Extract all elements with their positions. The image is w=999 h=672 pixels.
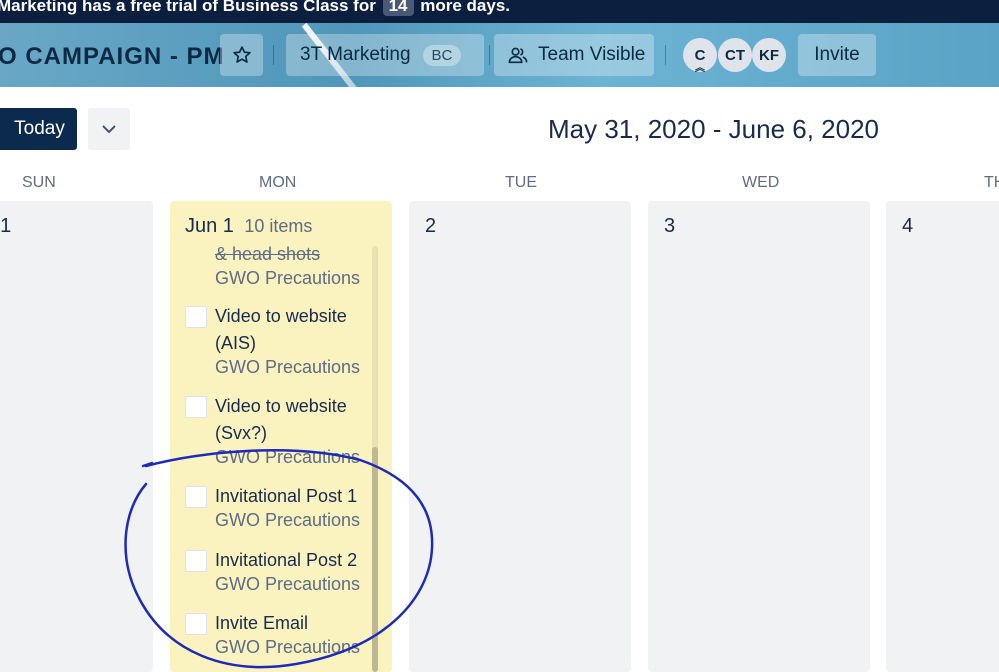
star-board-button[interactable] xyxy=(220,34,263,76)
weekday-thu: TH xyxy=(984,174,999,191)
trial-message: Marketing has a free trial of Business C… xyxy=(0,0,510,16)
day-number: 31 xyxy=(0,215,12,237)
day-number: 4 xyxy=(902,215,914,237)
member-avatar[interactable]: CT xyxy=(718,38,752,72)
weekday-wed: WED xyxy=(742,174,780,191)
visibility-button[interactable]: Team Visible xyxy=(494,34,654,76)
header-divider xyxy=(273,45,274,65)
item-title: Video to website (Svx?) xyxy=(215,396,347,443)
admin-chevron-icon: ︽ xyxy=(695,63,705,74)
date-range-title: May 31, 2020 - June 6, 2020 xyxy=(548,114,880,144)
trial-days-badge: 14 xyxy=(382,0,414,16)
item-checkbox[interactable] xyxy=(185,396,207,418)
member-avatar[interactable]: KF xyxy=(752,38,786,72)
day-number: 2 xyxy=(425,215,437,237)
scrollbar-thumb[interactable] xyxy=(372,447,378,672)
member-initials: C xyxy=(694,46,706,64)
item-board-name: GWO Precautions xyxy=(215,447,361,467)
header-divider xyxy=(489,45,490,65)
board-header: O CAMPAIGN - PM 3T Marketing BC Team Vis… xyxy=(0,23,999,87)
item-board-name: GWO Precautions xyxy=(215,574,361,594)
invite-button[interactable]: Invite xyxy=(798,34,876,76)
trial-banner: Marketing has a free trial of Business C… xyxy=(0,0,999,23)
day-number: Jun 1 xyxy=(185,215,234,237)
item-count: 10 items xyxy=(244,216,313,236)
item-checkbox[interactable] xyxy=(185,550,207,572)
chevron-down-icon xyxy=(102,125,116,134)
today-button[interactable]: Today xyxy=(0,108,77,150)
member-initials: KF xyxy=(759,46,779,64)
day-cell-mon[interactable]: Jun 1 10 items & head shots GWO Precauti… xyxy=(170,201,392,672)
item-title: Invitational Post 1 xyxy=(215,486,358,506)
item-checkbox[interactable] xyxy=(185,613,207,635)
day-number: 3 xyxy=(664,215,676,237)
item-title: Invitational Post 2 xyxy=(215,550,358,570)
star-icon xyxy=(232,46,251,63)
item-board-name: GWO Precautions xyxy=(215,637,361,657)
visibility-label: Team Visible xyxy=(538,44,646,65)
item-title: Video to website (AIS) xyxy=(215,306,347,353)
team-button[interactable]: 3T Marketing BC xyxy=(286,34,484,76)
item-board-name: GWO Precautions xyxy=(215,357,361,377)
item-checkbox[interactable] xyxy=(185,486,207,508)
member-avatar[interactable]: C ︽ xyxy=(683,38,717,74)
item-checkbox[interactable] xyxy=(185,306,207,328)
item-title: Invite Email xyxy=(215,613,309,633)
day-cell-thu[interactable]: 4 xyxy=(886,201,999,672)
weekday-tue: TUE xyxy=(505,174,537,191)
header-divider xyxy=(665,45,666,65)
day-cell-tue[interactable]: 2 xyxy=(409,201,631,672)
item-board-name: GWO Precautions xyxy=(215,268,361,288)
item-board-name: GWO Precautions xyxy=(215,510,361,530)
day-cell-wed[interactable]: 3 xyxy=(648,201,870,672)
trial-text-suffix: more days. xyxy=(420,0,511,15)
team-badge: BC xyxy=(422,44,462,66)
weekday-mon: MON xyxy=(259,174,297,191)
board-title[interactable]: O CAMPAIGN - PM xyxy=(0,43,225,71)
weekday-sun: SUN xyxy=(22,174,56,191)
team-name: 3T Marketing xyxy=(300,44,411,65)
day-header: Jun 1 10 items xyxy=(185,215,312,238)
team-visibility-icon xyxy=(508,46,528,64)
trial-text: Marketing has a free trial of Business C… xyxy=(0,0,376,15)
member-initials: CT xyxy=(725,46,745,64)
item-title: & head shots xyxy=(215,244,321,264)
day-cell-sun[interactable]: 31 xyxy=(0,201,153,672)
view-dropdown-button[interactable] xyxy=(88,108,130,150)
